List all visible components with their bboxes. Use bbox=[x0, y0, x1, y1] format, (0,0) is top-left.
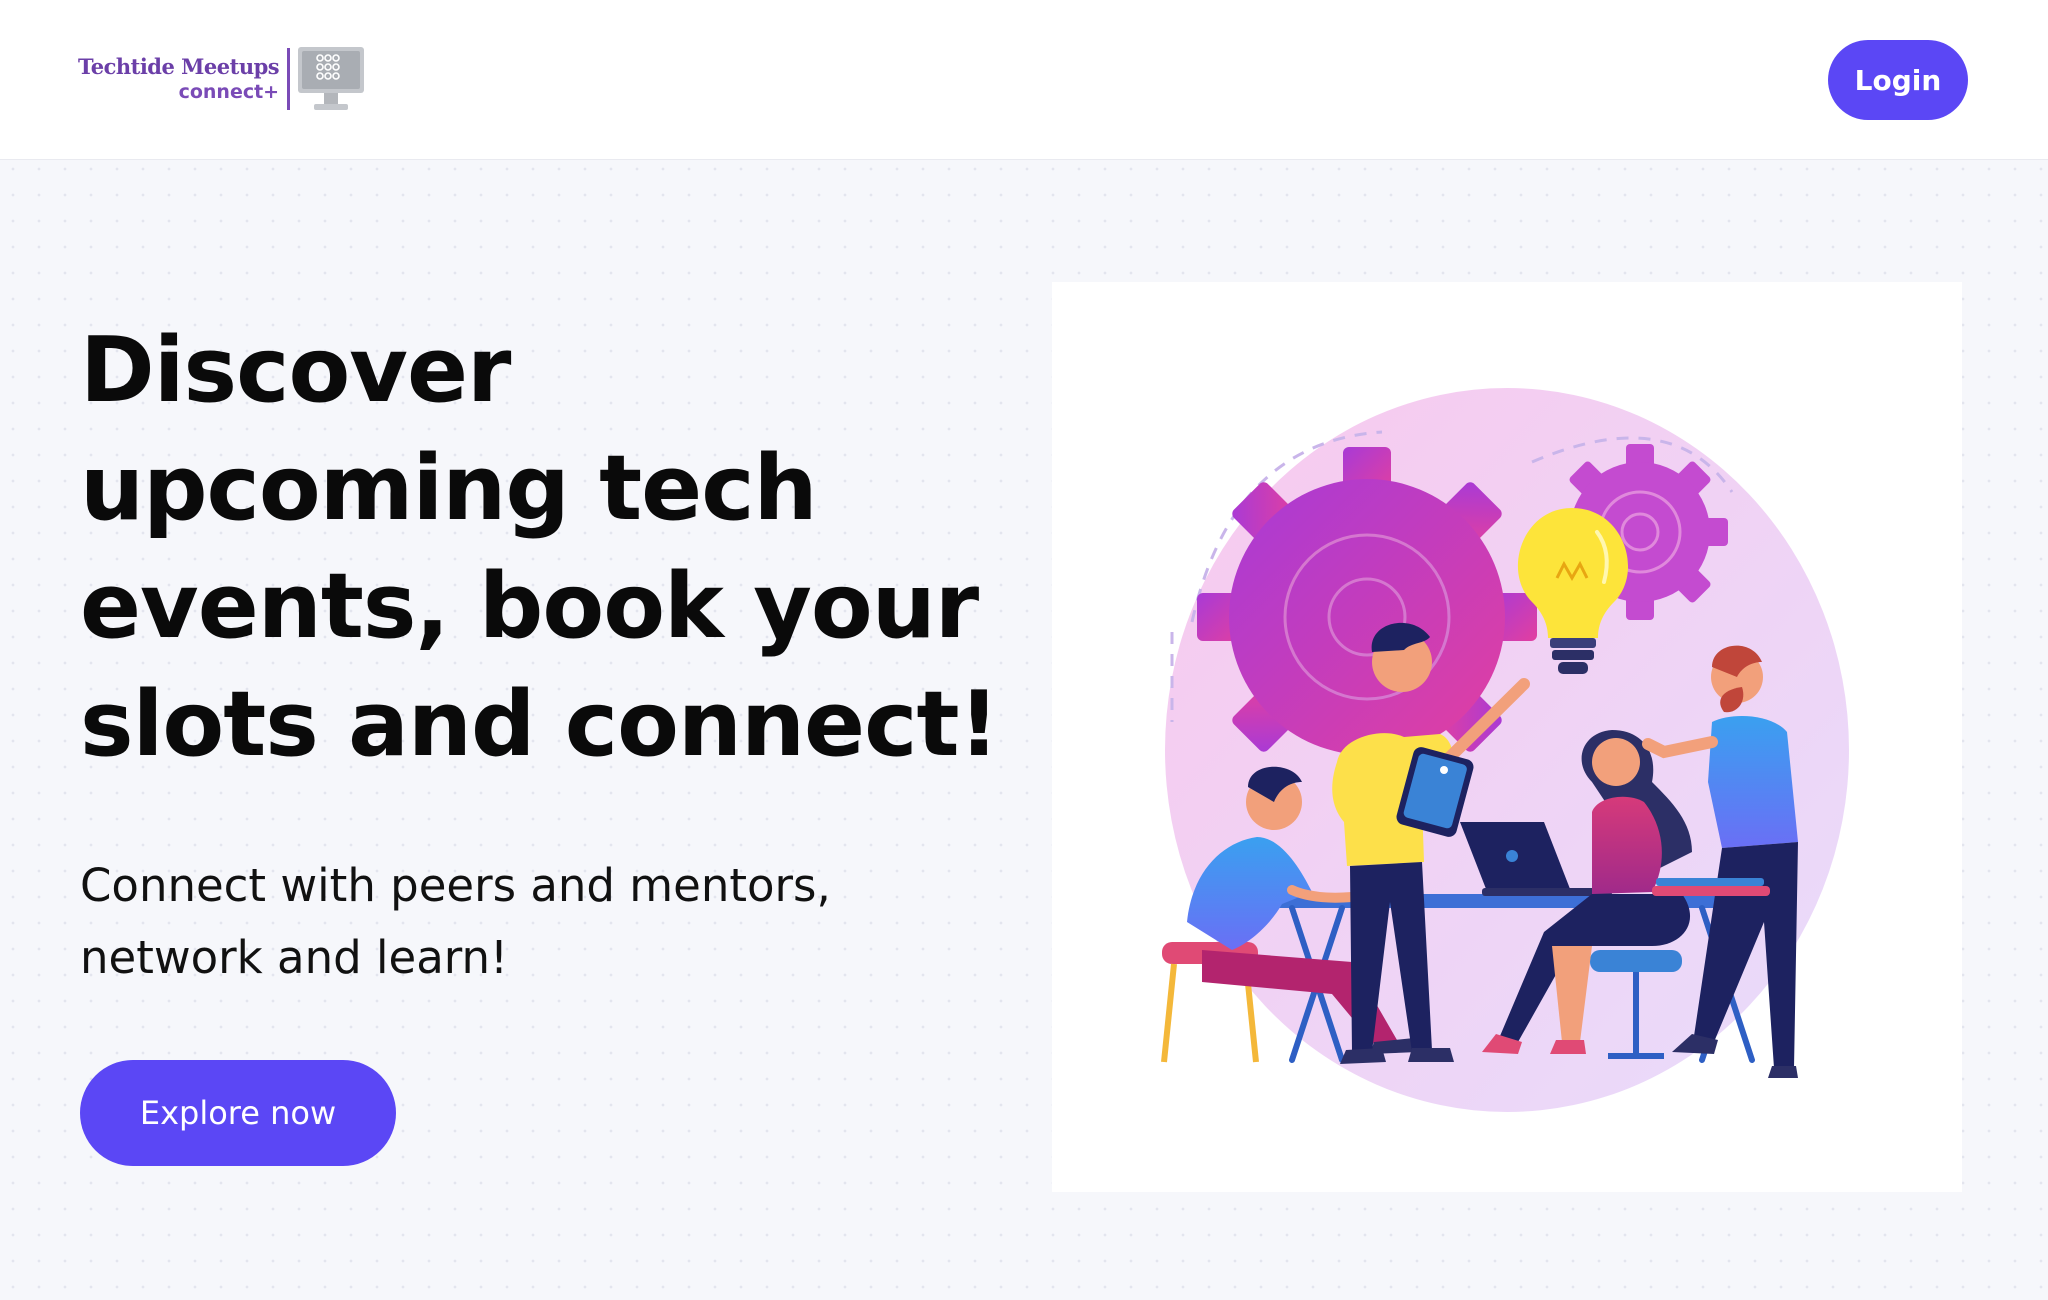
logo-text: Techtide Meetups connect+ bbox=[78, 48, 291, 110]
top-navbar: Techtide Meetups connect+ Login bbox=[0, 0, 2048, 160]
logo[interactable]: Techtide Meetups connect+ bbox=[78, 44, 366, 114]
team-collaboration-illustration bbox=[1161, 388, 1849, 1112]
hero-subtitle: Connect with peers and mentors, network … bbox=[80, 859, 831, 984]
logo-tagline: connect+ bbox=[178, 81, 280, 103]
login-button[interactable]: Login bbox=[1828, 40, 1968, 120]
hero-illustration bbox=[1052, 282, 1962, 1192]
monitor-icon bbox=[296, 45, 366, 113]
hero-title: Discover upcoming tech events, book your… bbox=[80, 318, 1000, 777]
explore-now-button[interactable]: Explore now bbox=[80, 1060, 396, 1166]
logo-name: Techtide Meetups bbox=[78, 54, 280, 79]
